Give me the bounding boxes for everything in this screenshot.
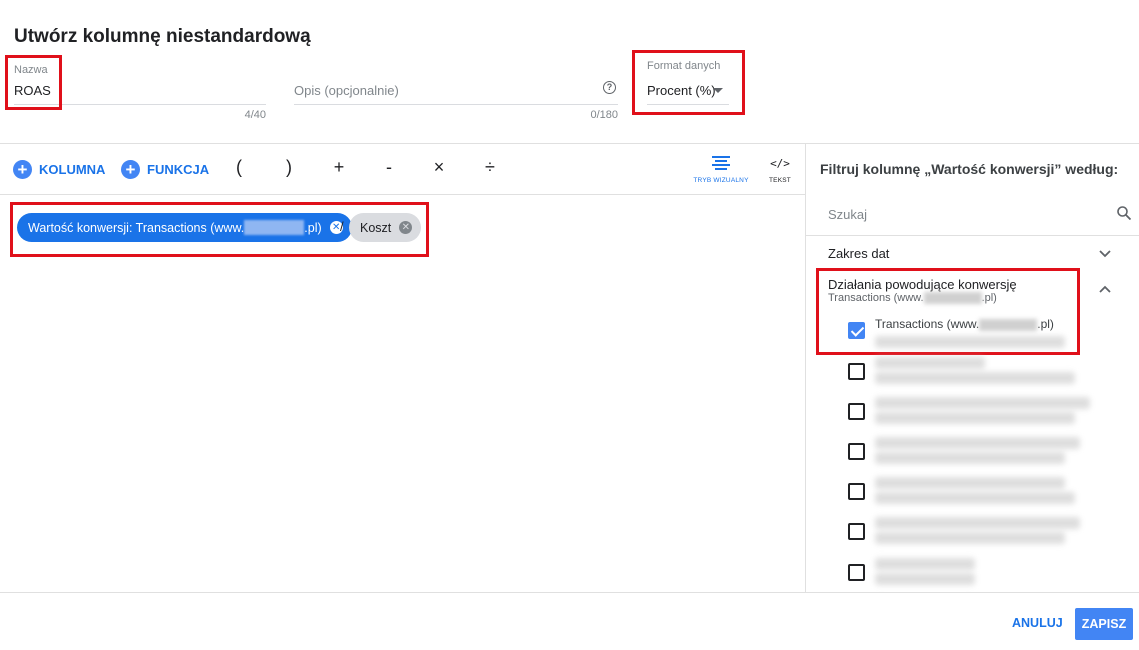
description-placeholder[interactable]: Opis (opcjonalnie)	[294, 83, 399, 98]
redacted-option-text	[875, 452, 1065, 464]
redacted-option-text	[875, 477, 1065, 489]
conversion-checkbox-checked[interactable]	[848, 322, 865, 339]
divider-toolbar	[0, 194, 806, 195]
redacted-domain	[244, 220, 305, 235]
plus-operator-button[interactable]: +	[329, 157, 349, 178]
redacted-domain	[923, 292, 982, 305]
conversion-checkbox[interactable]	[848, 403, 865, 420]
save-button[interactable]: ZAPISZ	[1075, 608, 1133, 640]
help-circle-icon[interactable]: ?	[603, 81, 616, 94]
redacted-option-text	[875, 517, 1080, 529]
divider-panel	[805, 143, 806, 592]
visual-mode-button[interactable]: TRYB WIZUALNY	[692, 155, 750, 184]
conversions-section[interactable]: Działania powodujące konwersję	[828, 277, 1017, 292]
conversion-checkbox[interactable]	[848, 363, 865, 380]
open-paren-button[interactable]: (	[229, 157, 249, 178]
divider-search	[806, 235, 1139, 236]
search-input[interactable]: Szukaj	[828, 207, 867, 222]
formula-chip-conversion-value[interactable]: Wartość konwersji: Transactions (www. .pl…	[17, 213, 352, 242]
date-range-section[interactable]: Zakres dat	[828, 246, 889, 261]
conversion-checkbox[interactable]	[848, 443, 865, 460]
name-char-counter: 4/40	[244, 109, 266, 121]
redacted-domain	[979, 318, 1038, 331]
option-prefix: Transactions (www.	[875, 317, 980, 331]
cancel-button[interactable]: ANULUJ	[1012, 616, 1063, 630]
conversion-checkbox[interactable]	[848, 523, 865, 540]
add-column-label: KOLUMNA	[39, 161, 106, 177]
dialog-title: Utwórz kolumnę niestandardową	[14, 26, 311, 47]
conversion-option-label: Transactions (www. .pl)	[875, 317, 1054, 331]
visual-mode-label: TRYB WIZUALNY	[693, 177, 749, 184]
formula-chip-cost[interactable]: Koszt ✕	[349, 213, 422, 242]
formula-separator: /	[340, 219, 344, 234]
description-char-counter: 0/180	[590, 109, 618, 121]
redacted-option-text	[875, 492, 1075, 504]
redacted-option-text	[875, 558, 975, 570]
option-suffix: .pl)	[1037, 317, 1054, 331]
text-mode-button[interactable]: </> TEKST	[766, 155, 794, 185]
description-field-underline	[294, 104, 618, 105]
highlight-name	[5, 55, 62, 110]
plus-circle-icon: +	[121, 159, 140, 179]
redacted-option-text	[875, 357, 985, 369]
close-paren-button[interactable]: )	[279, 157, 299, 178]
chevron-down-icon[interactable]	[1098, 249, 1112, 259]
conversions-sub-prefix: Transactions (www.	[828, 292, 924, 304]
redacted-option-text	[875, 532, 1065, 544]
chip-cost-label: Koszt	[360, 220, 392, 235]
multiply-operator-button[interactable]: ×	[429, 157, 449, 178]
remove-chip-icon[interactable]: ✕	[399, 221, 413, 234]
divider-footer	[0, 592, 1139, 593]
plus-circle-icon: +	[13, 159, 32, 179]
chevron-up-icon[interactable]	[1098, 284, 1112, 294]
minus-operator-button[interactable]: -	[379, 157, 399, 178]
redacted-option-text	[875, 397, 1090, 409]
redacted-option-text	[875, 372, 1075, 384]
redacted-option-text	[875, 573, 975, 585]
divide-operator-button[interactable]: ÷	[480, 157, 500, 178]
highlight-format	[632, 50, 745, 115]
add-function-label: FUNKCJA	[147, 161, 210, 177]
chip-label-suffix: .pl)	[304, 220, 322, 235]
panel-title: Filtruj kolumnę „Wartość konwersji” wedł…	[820, 161, 1119, 177]
search-icon[interactable]	[1117, 206, 1131, 220]
redacted-option-text	[875, 412, 1075, 424]
add-function-button[interactable]: + FUNKCJA	[121, 158, 209, 180]
redacted-option-detail	[875, 336, 1065, 348]
conversion-checkbox[interactable]	[848, 564, 865, 581]
divider-top	[0, 143, 1139, 144]
conversions-section-selected: Transactions (www. .pl)	[828, 292, 997, 305]
conversion-checkbox[interactable]	[848, 483, 865, 500]
redacted-option-text	[875, 437, 1080, 449]
conversions-sub-suffix: .pl)	[981, 292, 997, 304]
code-icon: </>	[770, 156, 790, 170]
chip-label-prefix: Wartość konwersji: Transactions (www.	[28, 220, 245, 235]
text-mode-label: TEKST	[769, 177, 791, 184]
add-column-button[interactable]: + KOLUMNA	[13, 158, 105, 180]
align-lines-icon	[692, 155, 750, 171]
